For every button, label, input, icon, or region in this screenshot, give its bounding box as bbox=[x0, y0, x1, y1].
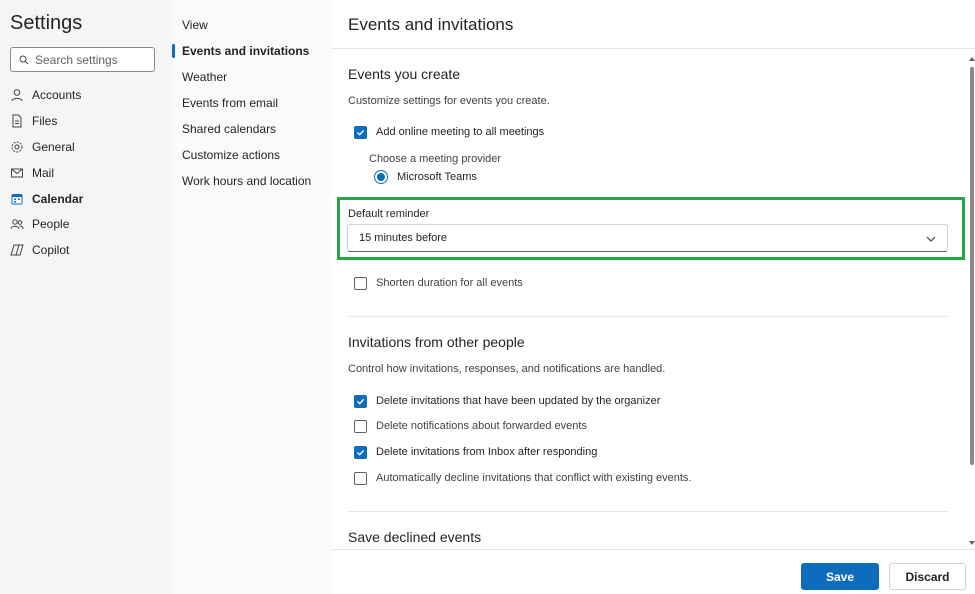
radio-label: Microsoft Teams bbox=[397, 171, 477, 183]
checkbox-label: Add online meeting to all meetings bbox=[376, 126, 545, 138]
checkbox-label: Automatically decline invitations that c… bbox=[376, 472, 692, 484]
section-title-invitations: Invitations from other people bbox=[348, 334, 525, 350]
file-icon bbox=[10, 114, 24, 128]
sub-item-label: Work hours and location bbox=[182, 174, 312, 188]
chevron-down-icon bbox=[926, 236, 936, 242]
settings-scroll-area: Events you create Customize settings for… bbox=[332, 49, 975, 549]
nav-item-label: Files bbox=[32, 114, 58, 128]
radio-selected-icon bbox=[374, 170, 388, 184]
sub-item-events-from-email[interactable]: Events from email bbox=[172, 92, 332, 114]
gear-icon bbox=[10, 140, 24, 154]
section-description: Customize settings for events you create… bbox=[348, 95, 550, 107]
checkbox-checked-icon bbox=[354, 394, 367, 408]
sub-item-weather[interactable]: Weather bbox=[172, 66, 332, 88]
sub-item-label: Weather bbox=[182, 70, 228, 84]
search-icon bbox=[19, 55, 29, 64]
settings-title: Settings bbox=[10, 12, 83, 34]
sub-item-label: View bbox=[182, 18, 208, 32]
sub-item-label: Events and invitations bbox=[182, 44, 310, 58]
checkbox-unchecked-icon bbox=[354, 471, 367, 485]
sub-item-events-and-invitations[interactable]: Events and invitations bbox=[172, 40, 332, 62]
left-nav: Settings Accounts Files General Mail Cal… bbox=[0, 0, 172, 594]
checkbox-label: Shorten duration for all events bbox=[376, 277, 523, 289]
copilot-icon bbox=[10, 243, 24, 257]
sub-item-customize-actions[interactable]: Customize actions bbox=[172, 144, 332, 166]
default-reminder-label: Default reminder bbox=[348, 208, 430, 220]
section-divider bbox=[348, 511, 948, 512]
person-icon bbox=[10, 88, 24, 102]
default-reminder-highlight: Default reminder 15 minutes before bbox=[337, 197, 965, 260]
save-button[interactable]: Save bbox=[801, 563, 879, 590]
nav-item-people[interactable]: People bbox=[0, 212, 172, 236]
checkbox-label: Delete notifications about forwarded eve… bbox=[376, 420, 587, 432]
main-panel: Events and invitations Events you create… bbox=[332, 0, 975, 594]
mail-icon bbox=[10, 166, 24, 180]
section-description: Control how invitations, responses, and … bbox=[348, 363, 666, 375]
shorten-duration-checkbox[interactable]: Shorten duration for all events bbox=[354, 274, 523, 292]
checkbox-unchecked-icon bbox=[354, 276, 367, 290]
auto-decline-conflicts-checkbox[interactable]: Automatically decline invitations that c… bbox=[354, 469, 692, 487]
sub-nav: View Events and invitations Weather Even… bbox=[172, 0, 332, 594]
nav-item-label: People bbox=[32, 217, 70, 231]
nav-item-label: Copilot bbox=[32, 243, 70, 257]
section-title-save-declined-events: Save declined events bbox=[348, 529, 482, 545]
search-box[interactable] bbox=[10, 47, 155, 72]
nav-item-label: General bbox=[32, 140, 75, 154]
checkbox-checked-icon bbox=[354, 445, 367, 459]
nav-item-copilot[interactable]: Copilot bbox=[0, 238, 172, 262]
add-online-meeting-checkbox[interactable]: Add online meeting to all meetings bbox=[354, 123, 544, 141]
checkbox-checked-icon bbox=[354, 125, 367, 139]
nav-item-general[interactable]: General bbox=[0, 135, 172, 159]
search-input[interactable] bbox=[35, 52, 145, 67]
nav-item-mail[interactable]: Mail bbox=[0, 161, 172, 185]
sub-item-label: Customize actions bbox=[182, 148, 281, 162]
people-icon bbox=[10, 217, 24, 231]
nav-item-files[interactable]: Files bbox=[0, 109, 172, 133]
checkbox-label: Delete invitations that have been update… bbox=[376, 395, 661, 407]
meeting-provider-label: Choose a meeting provider bbox=[369, 153, 502, 165]
footer-bar: Save Discard bbox=[332, 549, 975, 594]
nav-item-label: Accounts bbox=[32, 88, 82, 102]
vertical-scrollbar[interactable] bbox=[968, 49, 975, 549]
checkbox-unchecked-icon bbox=[354, 419, 367, 433]
default-reminder-dropdown[interactable]: 15 minutes before bbox=[347, 224, 948, 252]
sub-item-label: Shared calendars bbox=[182, 122, 277, 136]
sub-item-view[interactable]: View bbox=[172, 14, 332, 36]
microsoft-teams-radio[interactable]: Microsoft Teams bbox=[374, 168, 477, 186]
nav-item-accounts[interactable]: Accounts bbox=[0, 83, 172, 107]
delete-invitations-after-responding-checkbox[interactable]: Delete invitations from Inbox after resp… bbox=[354, 443, 597, 461]
page-title: Events and invitations bbox=[348, 15, 514, 34]
delete-forwarded-notifications-checkbox[interactable]: Delete notifications about forwarded eve… bbox=[354, 417, 587, 435]
scroll-down-arrow-icon[interactable] bbox=[969, 541, 975, 545]
delete-updated-invitations-checkbox[interactable]: Delete invitations that have been update… bbox=[354, 392, 660, 410]
section-divider bbox=[348, 316, 948, 317]
scrollbar-thumb[interactable] bbox=[970, 67, 974, 465]
discard-button[interactable]: Discard bbox=[889, 563, 966, 590]
nav-item-label: Calendar bbox=[32, 192, 84, 206]
nav-item-calendar[interactable]: Calendar bbox=[0, 187, 172, 211]
checkbox-label: Delete invitations from Inbox after resp… bbox=[376, 446, 598, 458]
calendar-icon bbox=[10, 192, 24, 206]
scroll-up-arrow-icon[interactable] bbox=[969, 57, 975, 61]
sub-item-work-hours-and-location[interactable]: Work hours and location bbox=[172, 170, 332, 192]
nav-item-label: Mail bbox=[32, 166, 55, 180]
dropdown-value: 15 minutes before bbox=[359, 232, 448, 244]
section-title-events-you-create: Events you create bbox=[348, 66, 461, 82]
sub-item-label: Events from email bbox=[182, 96, 279, 110]
sub-item-shared-calendars[interactable]: Shared calendars bbox=[172, 118, 332, 140]
